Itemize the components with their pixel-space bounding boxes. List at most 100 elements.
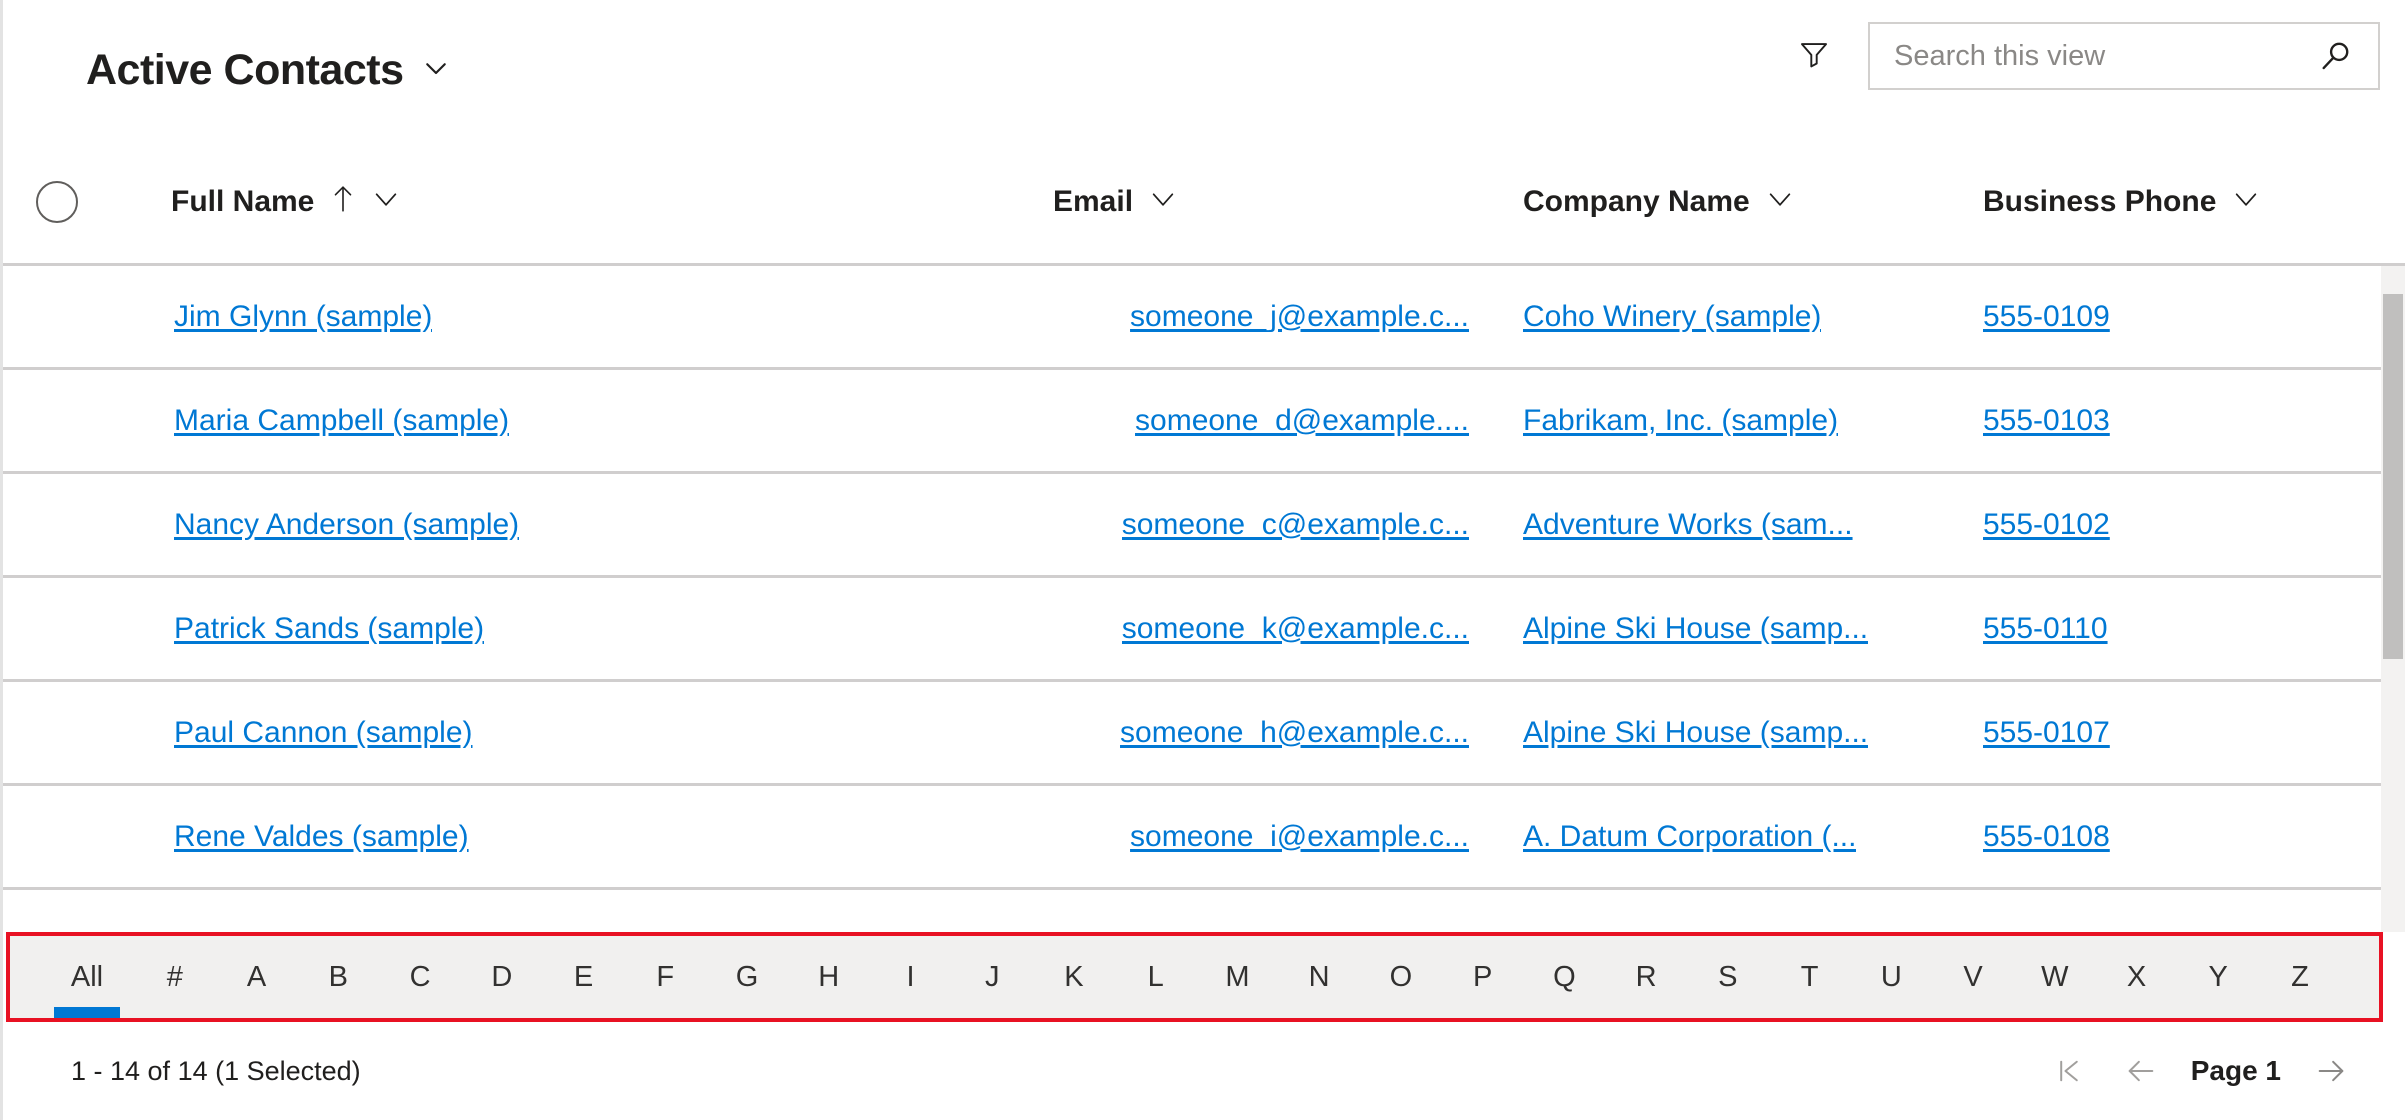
cell-business-phone: 555-0109 [1951,266,2386,367]
full-name-link[interactable]: Jim Glynn (sample) [174,300,432,334]
chevron-down-icon[interactable] [2232,185,2260,218]
alpha-filter-r[interactable]: R [1605,936,1687,1018]
alpha-filter-x[interactable]: X [2096,936,2178,1018]
filter-icon [1797,37,1831,76]
alphabet-filter-bar[interactable]: All # A B C D E F G H I J K L M N O P Q R S T U V W X Y Z [6,932,2383,1022]
company-link[interactable]: Adventure Works (sam... [1523,508,1853,542]
search-icon[interactable] [2316,36,2356,76]
full-name-link[interactable]: Patrick Sands (sample) [174,612,484,646]
alpha-filter-d[interactable]: D [461,936,543,1018]
email-link[interactable]: someone_k@example.c... [1122,612,1469,646]
pagination: Page 1 [2033,1041,2367,1101]
vertical-scrollbar[interactable] [2381,266,2405,932]
alpha-filter-k[interactable]: K [1033,936,1115,1018]
column-header-company-name[interactable]: Company Name [1491,140,1951,263]
column-header-label: Full Name [171,184,315,218]
chevron-down-icon[interactable] [1149,185,1177,218]
alpha-filter-j[interactable]: J [951,936,1033,1018]
alpha-filter-a[interactable]: A [216,936,298,1018]
cell-full-name: Nancy Anderson (sample) [111,474,1021,575]
chevron-down-icon[interactable] [421,53,451,88]
full-name-link[interactable]: Nancy Anderson (sample) [174,508,519,542]
grid-header-row: Full Name Email Company Name Business Ph… [3,140,2405,266]
alpha-filter-l[interactable]: L [1115,936,1197,1018]
first-page-icon[interactable] [2033,1041,2105,1101]
alpha-filter-all[interactable]: All [40,936,134,1018]
alpha-filter-z[interactable]: Z [2259,936,2341,1018]
search-box[interactable] [1868,22,2380,90]
column-header-label: Company Name [1523,184,1750,218]
email-link[interactable]: someone_d@example.... [1135,404,1469,438]
cell-full-name: Jim Glynn (sample) [111,266,1021,367]
selection-circle-icon[interactable] [36,180,78,223]
prev-page-icon[interactable] [2105,1041,2177,1101]
column-header-full-name[interactable]: Full Name [111,140,1021,263]
table-row[interactable]: Paul Cannon (sample) someone_h@example.c… [3,682,2405,786]
scrollbar-thumb[interactable] [2383,294,2403,659]
alpha-filter-p[interactable]: P [1442,936,1524,1018]
alpha-filter-n[interactable]: N [1278,936,1360,1018]
next-page-icon[interactable] [2295,1041,2367,1101]
column-header-email[interactable]: Email [1021,140,1491,263]
cell-business-phone: 555-0110 [1951,578,2386,679]
arrow-up-icon [330,184,356,219]
alpha-filter-container: All # A B C D E F G H I J K L M N O P Q R S T U V W X Y Z [3,932,2405,1022]
column-header-business-phone[interactable]: Business Phone [1951,140,2386,263]
view-selector[interactable]: Active Contacts [86,46,451,95]
alpha-filter-hash[interactable]: # [134,936,216,1018]
full-name-link[interactable]: Paul Cannon (sample) [174,716,473,750]
select-all-cell[interactable] [3,180,111,223]
company-link[interactable]: Coho Winery (sample) [1523,300,1821,334]
alpha-filter-m[interactable]: M [1197,936,1279,1018]
alpha-filter-s[interactable]: S [1687,936,1769,1018]
alpha-filter-f[interactable]: F [624,936,706,1018]
cell-email: someone_c@example.c... [1021,474,1491,575]
phone-link[interactable]: 555-0102 [1983,508,2110,542]
email-link[interactable]: someone_h@example.c... [1120,716,1469,750]
table-row[interactable]: Rene Valdes (sample) someone_i@example.c… [3,786,2405,890]
alpha-filter-h[interactable]: H [788,936,870,1018]
phone-link[interactable]: 555-0109 [1983,300,2110,334]
company-link[interactable]: Fabrikam, Inc. (sample) [1523,404,1838,438]
alpha-filter-i[interactable]: I [870,936,952,1018]
company-link[interactable]: A. Datum Corporation (... [1523,820,1856,854]
alpha-filter-y[interactable]: Y [2177,936,2259,1018]
full-name-link[interactable]: Rene Valdes (sample) [174,820,469,854]
full-name-link[interactable]: Maria Campbell (sample) [174,404,509,438]
cell-full-name: Maria Campbell (sample) [111,370,1021,471]
table-row[interactable]: Patrick Sands (sample) someone_k@example… [3,578,2405,682]
data-grid: Full Name Email Company Name Business Ph… [3,140,2405,1022]
alpha-filter-u[interactable]: U [1850,936,1932,1018]
cell-company-name: Fabrikam, Inc. (sample) [1491,370,1951,471]
email-link[interactable]: someone_i@example.c... [1130,820,1469,854]
alpha-filter-v[interactable]: V [1932,936,2014,1018]
company-link[interactable]: Alpine Ski House (samp... [1523,612,1868,646]
cell-business-phone: 555-0107 [1951,682,2386,783]
alpha-filter-g[interactable]: G [706,936,788,1018]
cell-email: someone_d@example.... [1021,370,1491,471]
email-link[interactable]: someone_c@example.c... [1122,508,1469,542]
filter-button[interactable] [1788,30,1840,82]
alpha-filter-c[interactable]: C [379,936,461,1018]
alpha-filter-t[interactable]: T [1769,936,1851,1018]
cell-company-name: Coho Winery (sample) [1491,266,1951,367]
table-row[interactable]: Jim Glynn (sample) someone_j@example.c..… [3,266,2405,370]
table-row[interactable]: Nancy Anderson (sample) someone_c@exampl… [3,474,2405,578]
alpha-filter-e[interactable]: E [543,936,625,1018]
alpha-filter-q[interactable]: Q [1523,936,1605,1018]
alpha-filter-b[interactable]: B [297,936,379,1018]
phone-link[interactable]: 555-0108 [1983,820,2110,854]
email-link[interactable]: someone_j@example.c... [1130,300,1469,334]
alpha-filter-w[interactable]: W [2014,936,2096,1018]
cell-company-name: A. Datum Corporation (... [1491,786,1951,887]
alpha-filter-o[interactable]: O [1360,936,1442,1018]
chevron-down-icon[interactable] [1766,185,1794,218]
chevron-down-icon[interactable] [372,185,400,218]
cell-full-name: Paul Cannon (sample) [111,682,1021,783]
phone-link[interactable]: 555-0107 [1983,716,2110,750]
company-link[interactable]: Alpine Ski House (samp... [1523,716,1868,750]
phone-link[interactable]: 555-0110 [1983,612,2108,646]
phone-link[interactable]: 555-0103 [1983,404,2110,438]
table-row[interactable]: Maria Campbell (sample) someone_d@exampl… [3,370,2405,474]
search-input[interactable] [1894,39,2316,73]
